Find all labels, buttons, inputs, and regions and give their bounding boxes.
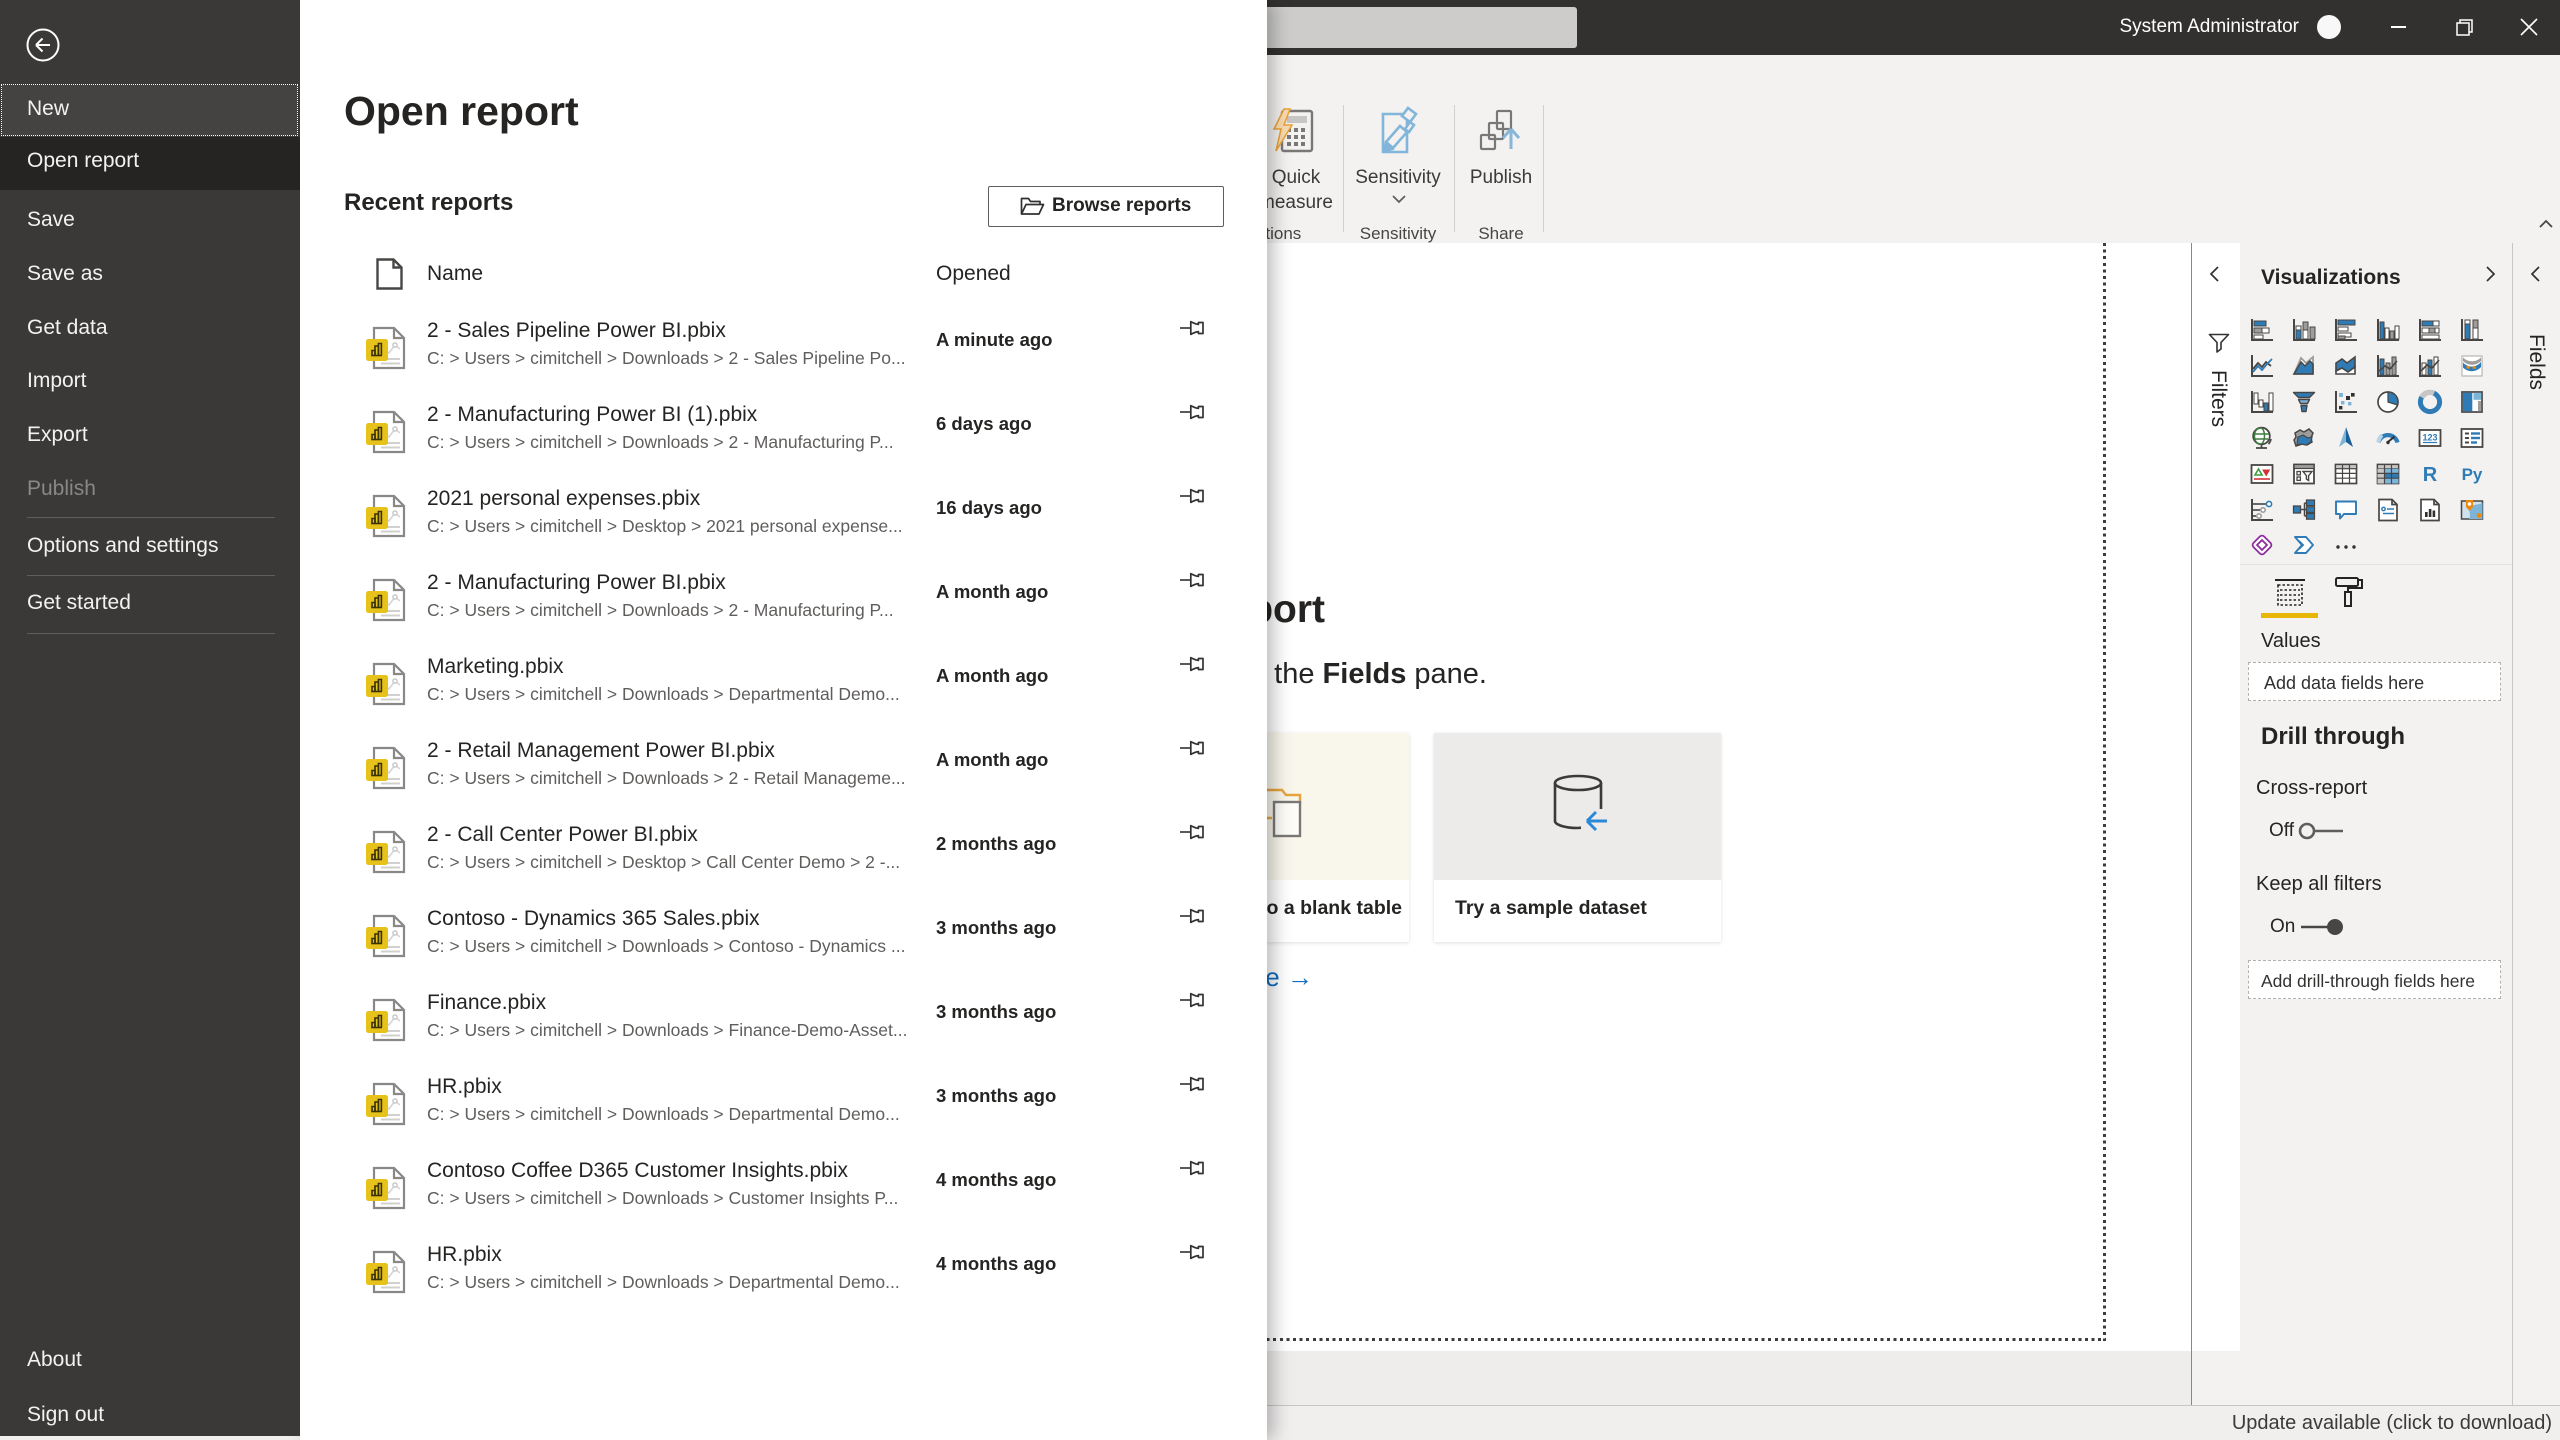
svg-text:Py: Py (2462, 465, 2483, 484)
svg-text:123: 123 (2422, 433, 2437, 443)
svg-text:R: R (2423, 464, 2438, 486)
